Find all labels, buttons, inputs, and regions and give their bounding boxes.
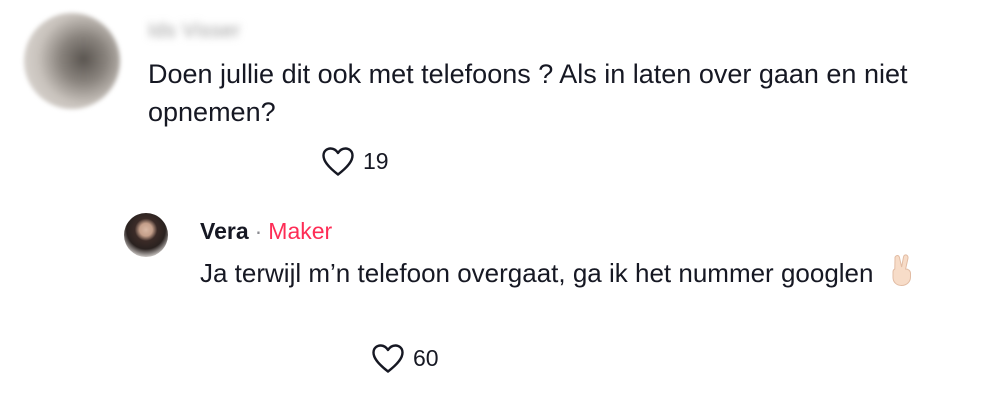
comment-like-count: 19 [363,148,389,174]
reply-username[interactable]: Vera [200,218,249,245]
heart-icon[interactable] [371,343,405,374]
reply-avatar[interactable] [124,213,168,257]
creator-badge: Maker [268,218,333,244]
reply-text-block: Ja terwijl m’n telefoon overgaat, ga ik … [200,253,970,297]
victory-hand-icon [887,253,917,297]
reply-text: Ja terwijl m’n telefoon overgaat, ga ik … [200,257,874,288]
comment-like-button[interactable]: 19 [321,146,389,177]
reply-header: Vera · Maker [200,218,332,245]
heart-icon[interactable] [321,146,355,177]
reply-like-button[interactable]: 60 [371,343,439,374]
reply-separator: · [254,218,263,244]
commenter-avatar[interactable] [24,13,120,109]
comment-text: Doen jullie dit ook met telefoons ? Als … [148,59,908,127]
commenter-username[interactable]: Ids Visser [148,20,240,43]
reply-like-count: 60 [413,345,439,371]
